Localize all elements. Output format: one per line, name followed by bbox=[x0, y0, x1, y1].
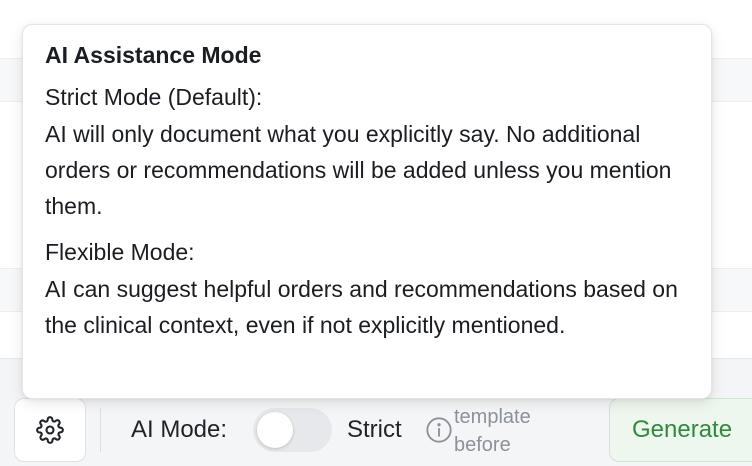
strict-mode-heading: Strict Mode (Default): bbox=[45, 84, 263, 110]
strict-mode-description: AI will only document what you explicitl… bbox=[45, 121, 672, 219]
ai-mode-label: AI Mode: bbox=[131, 416, 228, 443]
toolbar-divider bbox=[100, 408, 101, 452]
generate-button[interactable]: Generate bbox=[609, 398, 752, 462]
gear-icon bbox=[36, 416, 64, 444]
info-icon[interactable] bbox=[425, 416, 453, 444]
template-hint-text: template before bbox=[454, 406, 531, 456]
ai-mode-tooltip: AI Assistance Mode Strict Mode (Default)… bbox=[22, 24, 712, 399]
flexible-mode-section: Flexible Mode: AI can suggest helpful or… bbox=[45, 238, 689, 343]
tooltip-title: AI Assistance Mode bbox=[45, 42, 262, 68]
flexible-mode-description: AI can suggest helpful orders and recomm… bbox=[45, 276, 678, 338]
strict-mode-section: Strict Mode (Default): AI will only docu… bbox=[45, 83, 689, 224]
mode-value-label: Strict bbox=[347, 416, 402, 443]
toggle-knob bbox=[257, 412, 293, 448]
ai-mode-toggle[interactable] bbox=[253, 408, 332, 452]
settings-button[interactable] bbox=[14, 398, 86, 462]
flexible-mode-heading: Flexible Mode: bbox=[45, 239, 195, 265]
